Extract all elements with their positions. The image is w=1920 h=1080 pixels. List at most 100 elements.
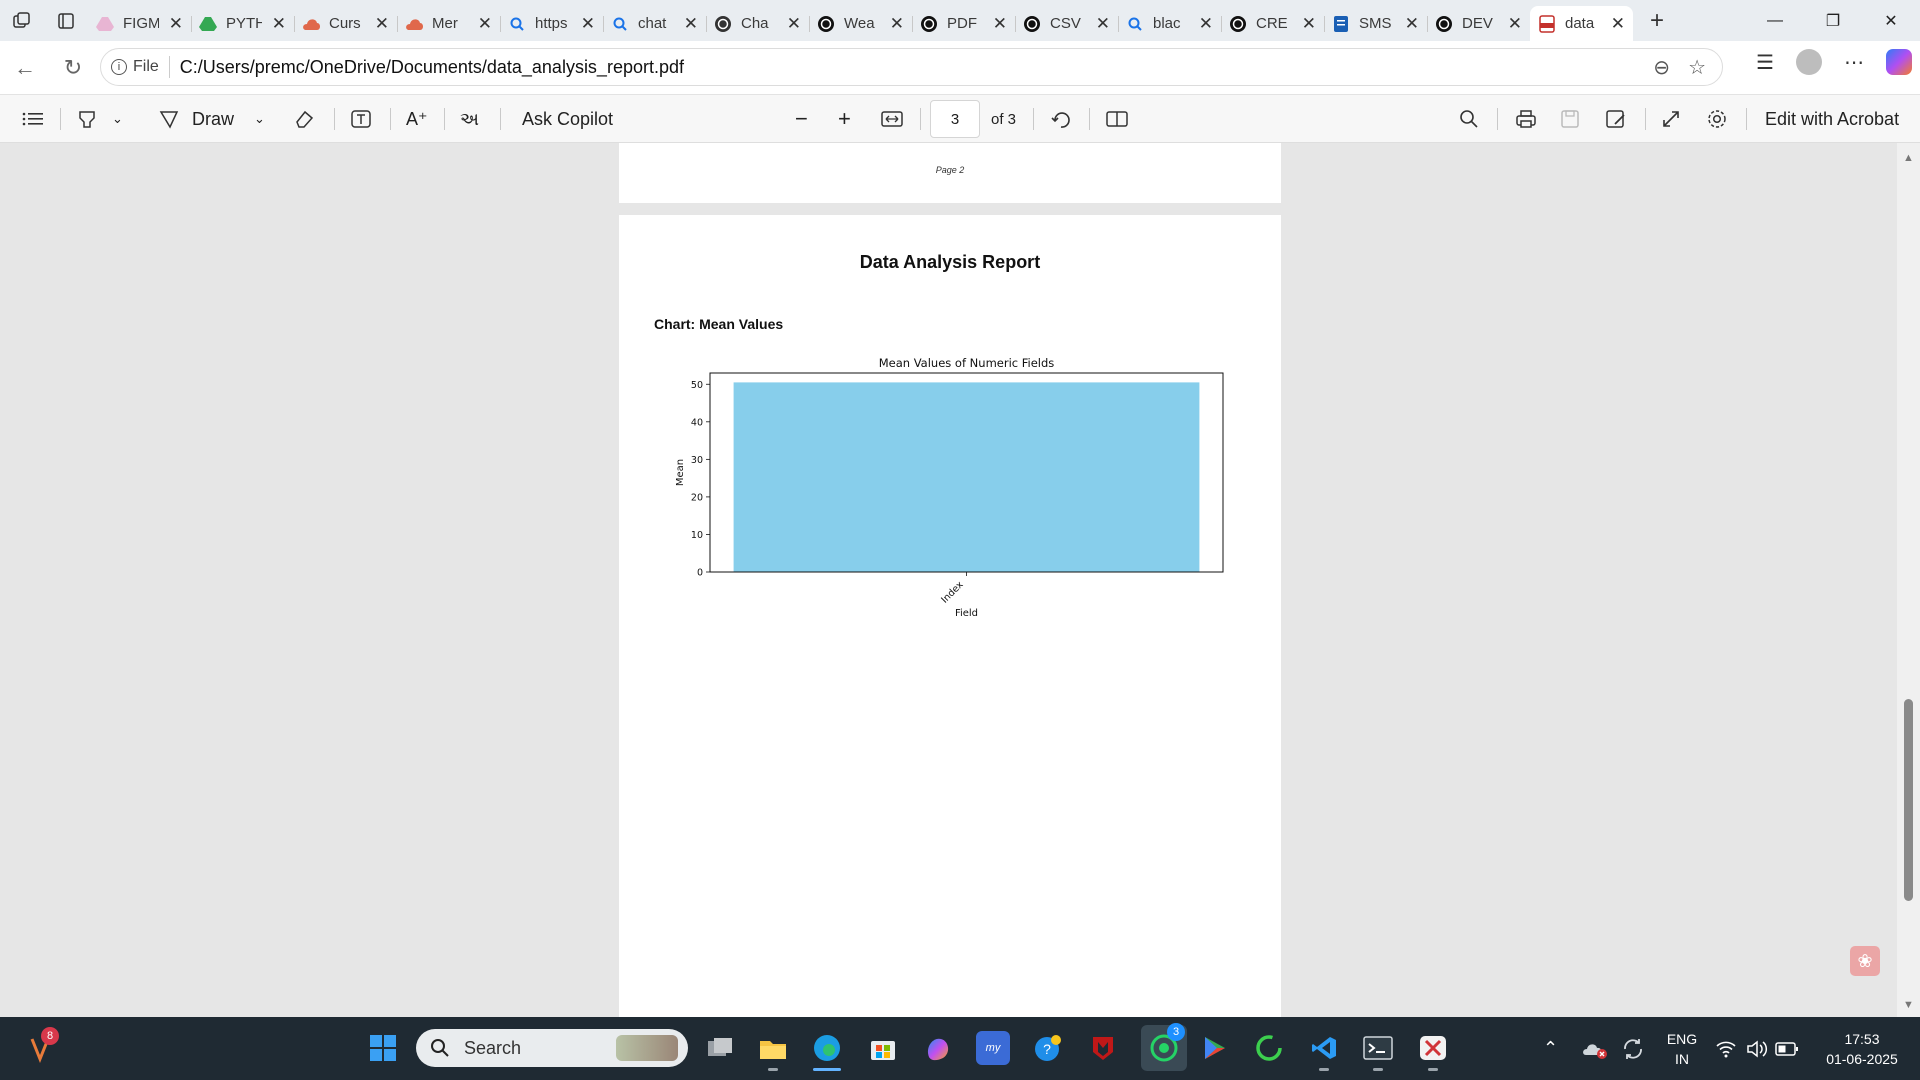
- fullscreen-icon[interactable]: [1661, 95, 1681, 143]
- copilot-app-icon[interactable]: [921, 1031, 955, 1065]
- copilot-icon[interactable]: [1886, 49, 1912, 75]
- pdf-viewer[interactable]: Page 2 Data Analysis Report Chart: Mean …: [0, 143, 1920, 1017]
- snipping-tool-icon[interactable]: [1416, 1031, 1450, 1071]
- translate-icon[interactable]: અ: [460, 95, 479, 143]
- language-indicator[interactable]: ENG IN: [1662, 1029, 1702, 1069]
- scroll-down-arrow-icon[interactable]: ▼: [1903, 999, 1914, 1011]
- tab-4[interactable]: Mer ✕: [397, 7, 500, 41]
- vscode-icon[interactable]: [1307, 1031, 1341, 1071]
- rotate-icon[interactable]: [1050, 95, 1072, 143]
- zoom-icon[interactable]: ⊖: [1653, 55, 1670, 80]
- highlight-icon[interactable]: [76, 95, 98, 143]
- tab-8[interactable]: Wea ✕: [809, 7, 912, 41]
- find-icon[interactable]: [1459, 95, 1479, 143]
- edit-with-acrobat-button[interactable]: Edit with Acrobat: [1765, 95, 1899, 143]
- mylic-app-icon[interactable]: my: [976, 1031, 1010, 1065]
- scrollbar-thumb[interactable]: [1904, 699, 1913, 901]
- close-tab-icon[interactable]: ✕: [787, 14, 801, 34]
- whatsapp-icon[interactable]: 3: [1141, 1023, 1187, 1071]
- tab-5[interactable]: https ✕: [500, 7, 603, 41]
- back-button[interactable]: ←: [2, 48, 48, 88]
- save-as-icon[interactable]: [1605, 95, 1627, 143]
- contents-icon[interactable]: [22, 95, 44, 143]
- scroll-up-arrow-icon[interactable]: ▲: [1903, 152, 1914, 164]
- close-tab-icon[interactable]: ✕: [1405, 14, 1419, 34]
- close-window-button[interactable]: ✕: [1862, 0, 1920, 41]
- onedrive-error-icon[interactable]: [1582, 1017, 1608, 1080]
- site-info-button[interactable]: i File: [111, 58, 159, 76]
- ask-copilot-button[interactable]: Ask Copilot: [522, 95, 613, 143]
- draw-button[interactable]: Draw: [158, 95, 234, 143]
- close-tab-icon[interactable]: ✕: [375, 14, 389, 34]
- print-icon[interactable]: [1515, 95, 1537, 143]
- taskbar-clock[interactable]: 17:53 01-06-2025: [1812, 1029, 1912, 1069]
- draw-dropdown-icon[interactable]: ⌄: [254, 95, 265, 143]
- close-tab-icon[interactable]: ✕: [1199, 14, 1213, 34]
- tab-3[interactable]: Curs ✕: [294, 7, 397, 41]
- close-tab-icon[interactable]: ✕: [1096, 14, 1110, 34]
- eraser-icon[interactable]: [293, 95, 315, 143]
- text-box-icon[interactable]: [350, 95, 372, 143]
- show-hidden-icons-icon[interactable]: ⌃: [1543, 1017, 1558, 1080]
- workspaces-icon[interactable]: [0, 0, 44, 41]
- tab-10[interactable]: CSV ✕: [1015, 7, 1118, 41]
- page-number-input[interactable]: 3: [930, 100, 980, 138]
- taskbar-search[interactable]: Search: [416, 1029, 688, 1067]
- tab-15[interactable]: data ✕: [1530, 6, 1633, 41]
- wifi-icon[interactable]: [1715, 1017, 1737, 1080]
- tab-2[interactable]: PYTH ✕: [191, 7, 294, 41]
- battery-icon[interactable]: [1775, 1017, 1799, 1080]
- close-tab-icon[interactable]: ✕: [1611, 14, 1625, 34]
- mcafee-icon[interactable]: [1086, 1031, 1120, 1065]
- volume-icon[interactable]: [1746, 1017, 1768, 1080]
- close-tab-icon[interactable]: ✕: [890, 14, 904, 34]
- vertical-scrollbar[interactable]: ▲ ▼: [1897, 143, 1920, 1017]
- highlight-dropdown-icon[interactable]: ⌄: [112, 95, 123, 143]
- terminal-icon[interactable]: [1361, 1031, 1395, 1071]
- minimize-button[interactable]: —: [1746, 0, 1804, 41]
- tab-7[interactable]: Cha ✕: [706, 7, 809, 41]
- google-play-icon[interactable]: [1197, 1031, 1231, 1065]
- tab-14[interactable]: DEV ✕: [1427, 7, 1530, 41]
- zoom-out-button[interactable]: −: [795, 95, 808, 143]
- tab-6[interactable]: chat ✕: [603, 7, 706, 41]
- close-tab-icon[interactable]: ✕: [1508, 14, 1522, 34]
- close-tab-icon[interactable]: ✕: [169, 14, 183, 34]
- close-tab-icon[interactable]: ✕: [272, 14, 286, 34]
- sync-circle-icon[interactable]: [1252, 1031, 1286, 1065]
- url-text[interactable]: C:/Users/premc/OneDrive/Documents/data_a…: [180, 57, 684, 78]
- tab-13[interactable]: SMS ✕: [1324, 7, 1427, 41]
- favorites-icon[interactable]: ☰: [1756, 50, 1774, 75]
- more-menu-icon[interactable]: ⋯: [1844, 50, 1864, 75]
- task-view-icon[interactable]: [703, 1031, 737, 1065]
- address-bar[interactable]: i File C:/Users/premc/OneDrive/Documents…: [100, 48, 1723, 86]
- help-app-icon[interactable]: ?: [1031, 1031, 1065, 1065]
- close-tab-icon[interactable]: ✕: [993, 14, 1007, 34]
- acrobat-icon[interactable]: ❀: [1850, 946, 1880, 976]
- favorite-star-icon[interactable]: ☆: [1688, 55, 1706, 80]
- widgets-app-icon[interactable]: 8: [26, 1027, 59, 1064]
- file-explorer-icon[interactable]: [756, 1031, 790, 1071]
- sync-icon[interactable]: [1621, 1017, 1645, 1080]
- tab-1[interactable]: FIGM ✕: [88, 7, 191, 41]
- close-tab-icon[interactable]: ✕: [478, 14, 492, 34]
- close-tab-icon[interactable]: ✕: [684, 14, 698, 34]
- zoom-in-button[interactable]: +: [838, 95, 851, 143]
- tab-9[interactable]: PDF ✕: [912, 7, 1015, 41]
- profile-avatar[interactable]: [1796, 49, 1822, 75]
- restore-button[interactable]: ❐: [1804, 0, 1862, 41]
- edge-browser-icon[interactable]: [810, 1031, 844, 1071]
- new-tab-button[interactable]: +: [1637, 4, 1677, 38]
- refresh-button[interactable]: ↻: [50, 48, 96, 88]
- tab-12[interactable]: CRE ✕: [1221, 7, 1324, 41]
- close-tab-icon[interactable]: ✕: [581, 14, 595, 34]
- settings-gear-icon[interactable]: [1706, 95, 1728, 143]
- microsoft-store-icon[interactable]: [866, 1031, 900, 1065]
- page-view-icon[interactable]: [1105, 95, 1129, 143]
- tab-actions-icon[interactable]: [44, 0, 88, 41]
- read-aloud-icon[interactable]: A⁺: [406, 95, 428, 143]
- fit-width-icon[interactable]: [881, 95, 903, 143]
- start-windows-icon[interactable]: [366, 1031, 400, 1065]
- close-tab-icon[interactable]: ✕: [1302, 14, 1316, 34]
- tab-11[interactable]: blac ✕: [1118, 7, 1221, 41]
